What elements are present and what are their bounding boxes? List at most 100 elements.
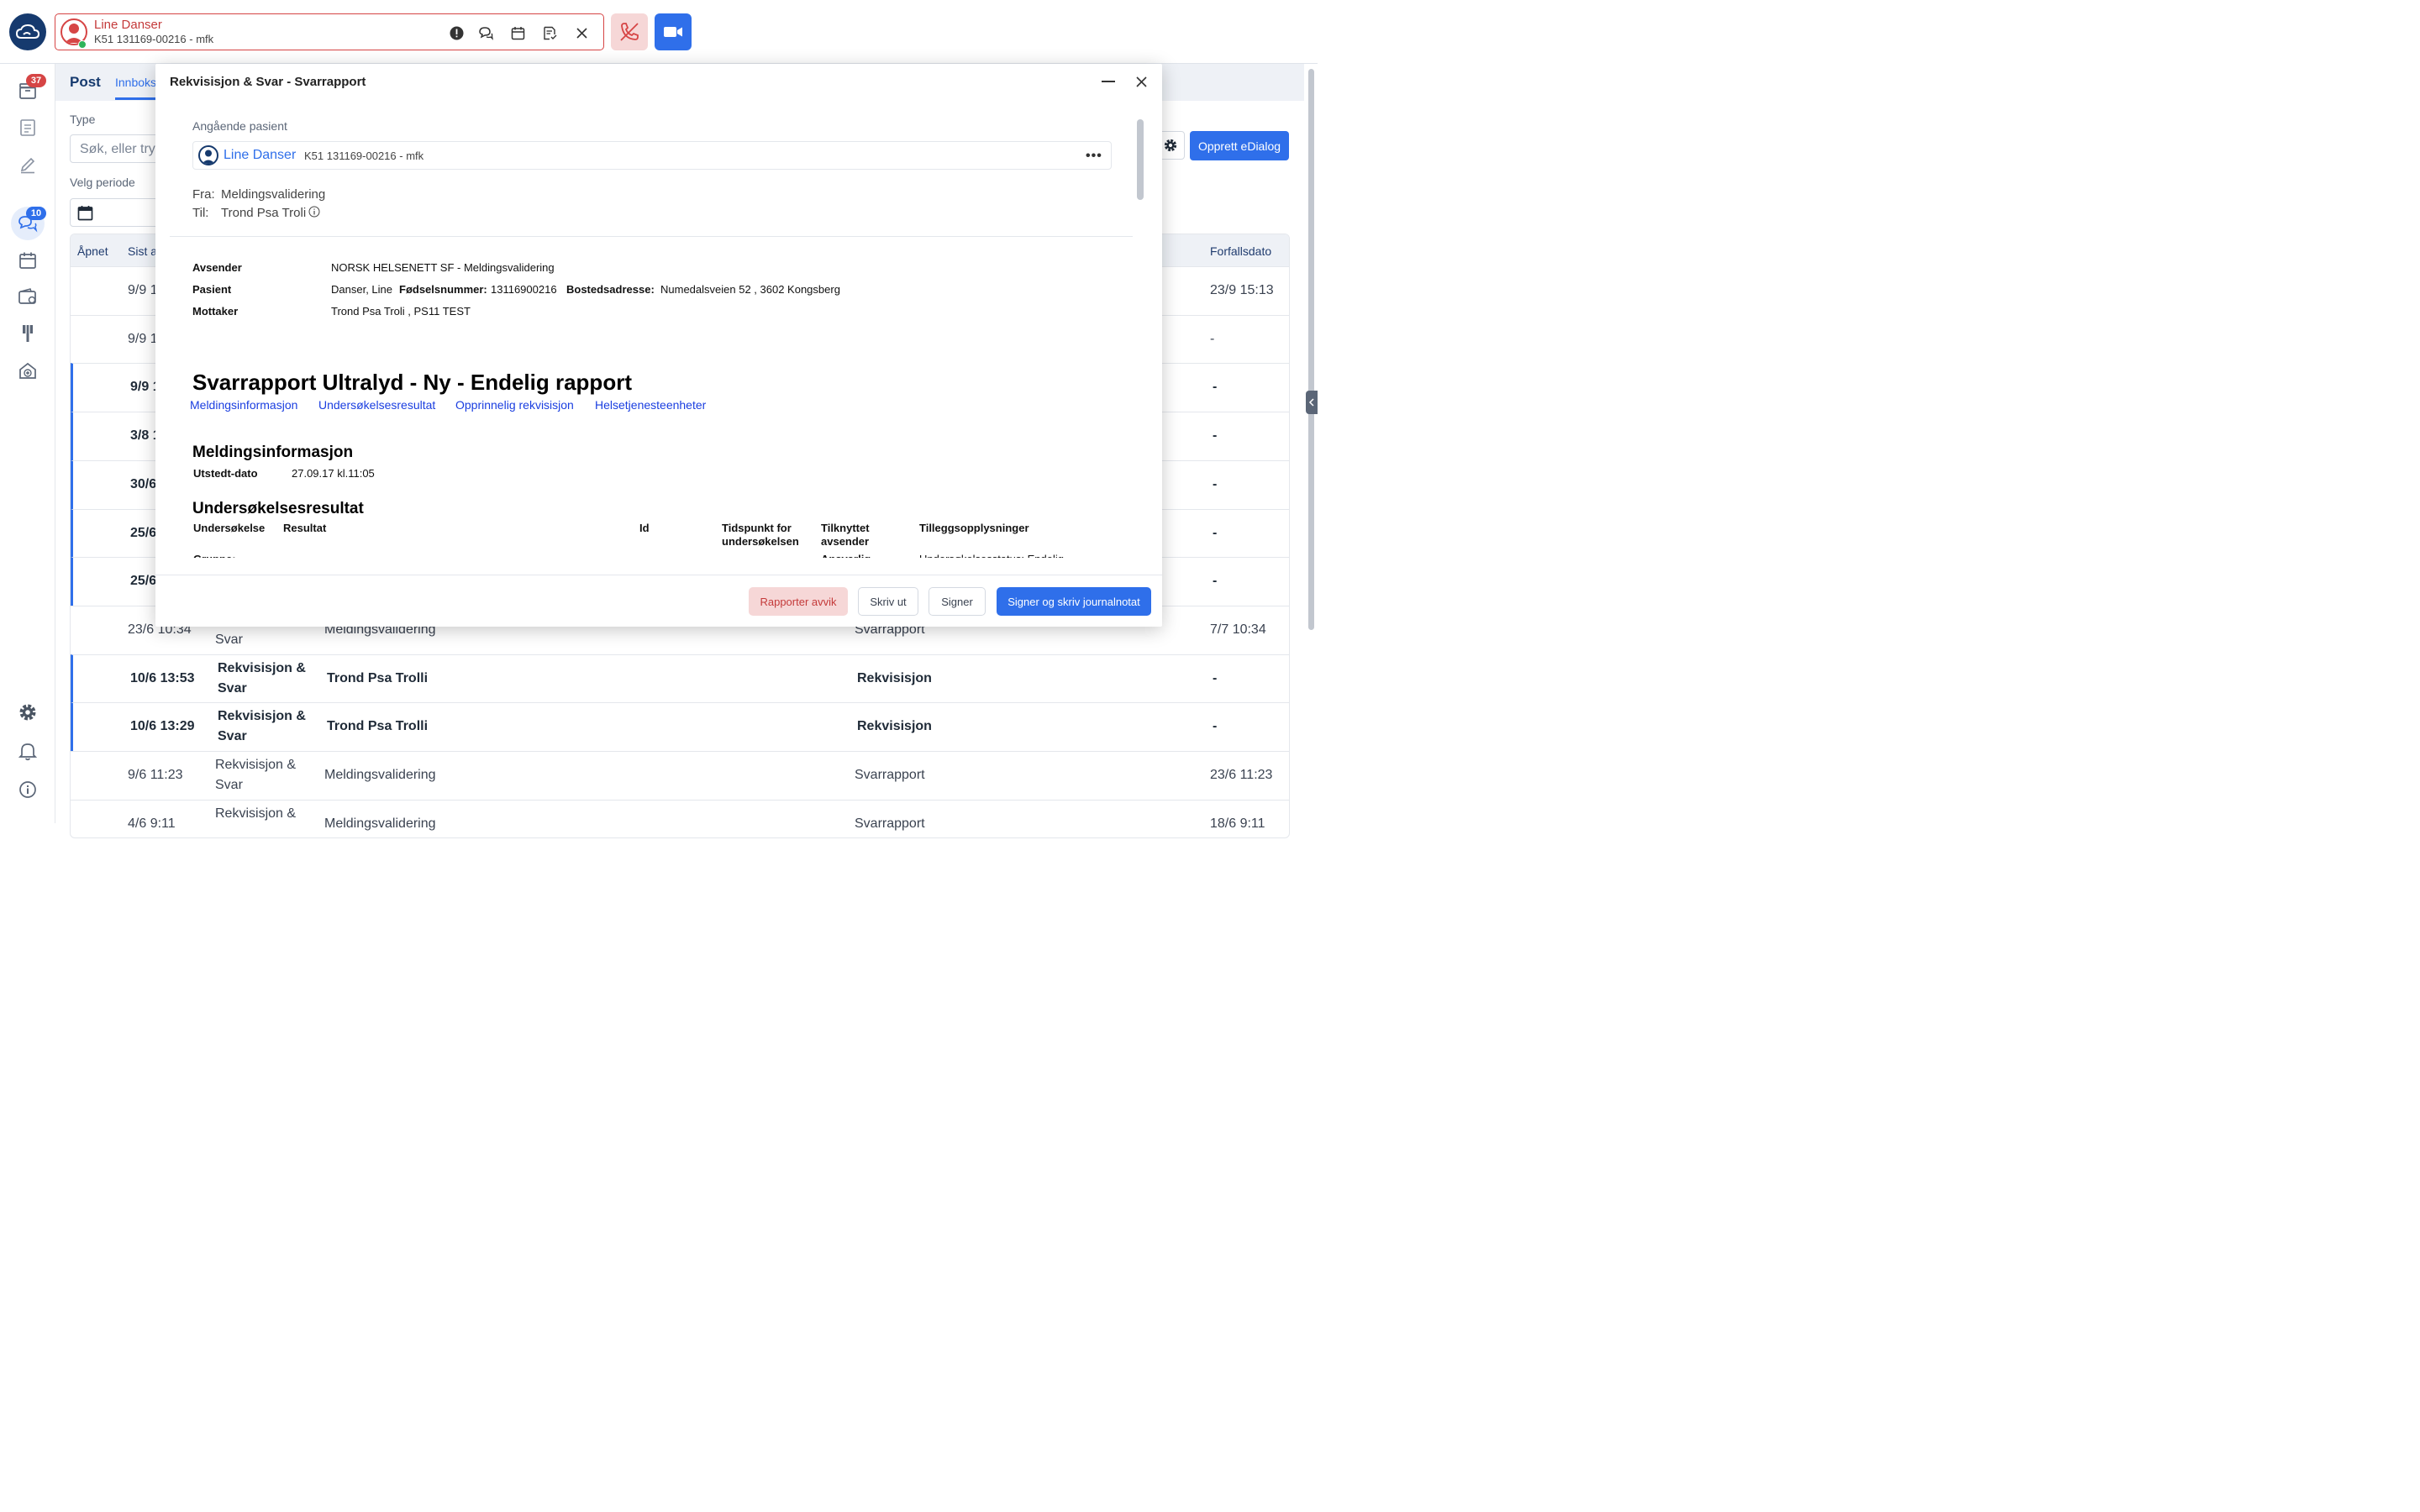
more-options-icon[interactable]: •••	[1086, 149, 1102, 164]
wallet-icon	[18, 288, 36, 304]
link-original-requisition[interactable]: Opprinnelig rekvisisjon	[455, 398, 574, 412]
sidebar-item-calendar[interactable]	[11, 244, 45, 277]
sidebar-item-notifications[interactable]	[11, 734, 45, 768]
ssn-value: 13116900216	[491, 283, 557, 296]
row-sender: Meldingsvalidering	[324, 768, 436, 782]
row-sender: Trond Psa Trolli	[327, 670, 429, 685]
dialog-title: Rekvisisjon & Svar - Svarrapport	[170, 75, 366, 89]
sidebar-item-tools[interactable]	[11, 317, 45, 350]
link-health-units[interactable]: Helsetjenesteenheter	[595, 398, 706, 412]
close-icon[interactable]	[1132, 72, 1150, 91]
minimize-icon[interactable]	[1099, 72, 1118, 91]
document-icon	[20, 119, 35, 136]
patient-value: Danser, Line	[331, 283, 392, 296]
table-row[interactable]: 10/6 13:29 Rekvisisjon & Svar Trond Psa Tr…	[71, 702, 1289, 752]
table-row[interactable]: 10/6 13:53 Rekvisisjon & Svar Trond Psa Tr…	[71, 654, 1289, 703]
video-camera-icon	[664, 27, 682, 37]
result-header-sender: Tilknyttet avsender	[821, 522, 870, 548]
row-sender: Trond Psa Trolli	[327, 719, 429, 734]
sidebar-item-info[interactable]	[11, 773, 45, 806]
side-drawer-toggle[interactable]	[1306, 391, 1318, 414]
column-header-due-date[interactable]: Forfallsdato	[1210, 244, 1271, 258]
row-date: 4/6 9:11	[128, 816, 176, 831]
row-due-date: -	[1213, 719, 1218, 734]
tab-post[interactable]: Post	[70, 74, 101, 91]
period-label: Velg periode	[70, 176, 135, 189]
sidebar-item-wallet[interactable]	[11, 280, 45, 313]
info-icon[interactable]	[308, 206, 320, 222]
row-due-date: -	[1213, 574, 1218, 589]
hang-up-button[interactable]	[611, 13, 648, 50]
link-examination-result[interactable]: Undersøkelsesresultat	[318, 398, 435, 412]
tab-innboks[interactable]: Innboks	[115, 76, 157, 100]
row-due-date: -	[1213, 428, 1218, 444]
row-type: Rekvisisjon & Svar	[218, 660, 306, 696]
patient-label: Pasient	[192, 283, 232, 296]
sidebar-item-settings[interactable]	[11, 696, 45, 729]
sign-and-write-note-button[interactable]: Signer og skriv journalnotat	[997, 587, 1151, 616]
gear-icon	[19, 704, 36, 721]
bell-icon	[18, 743, 37, 761]
sidebar-item-health-unit[interactable]	[11, 354, 45, 387]
row-date: 30/6	[130, 476, 157, 491]
type-label: Type	[70, 113, 96, 126]
report-deviation-button[interactable]: Rapporter avvik	[749, 587, 848, 616]
create-edialog-button[interactable]: Opprett eDialog	[1190, 131, 1289, 160]
sender-label: Avsender	[192, 261, 242, 274]
video-call-button[interactable]	[655, 13, 692, 50]
row-due-date: -	[1210, 331, 1215, 346]
to-label: Til:	[192, 206, 209, 220]
result-header-time: Tidspunkt for undersøkelsen	[722, 522, 799, 548]
app-logo[interactable]	[9, 13, 46, 50]
row-date: 9/6 11:23	[128, 768, 183, 782]
chat-icon[interactable]	[477, 24, 494, 41]
report-dialog: Rekvisisjon & Svar - Svarrapport Angåend…	[155, 64, 1162, 627]
table-row[interactable]: 4/6 9:11 Rekvisisjon & Meldingsvalidering S…	[71, 799, 1289, 837]
sidebar-item-documents[interactable]	[11, 111, 45, 144]
row-type: Svar	[215, 632, 243, 647]
row-due-date: 23/9 15:13	[1210, 283, 1274, 297]
active-patient-card[interactable]: Line Danser K51 131169-00216 - mfk	[55, 13, 604, 50]
result-header-additional: Tilleggsopplysninger	[919, 522, 1029, 534]
patient-id: K51 131169-00216 - mfk	[94, 33, 214, 45]
alert-icon[interactable]	[448, 24, 465, 41]
close-icon[interactable]	[573, 24, 590, 41]
row-kind: Rekvisisjon	[857, 670, 932, 685]
clinic-icon	[19, 362, 36, 379]
sidebar-item-edit[interactable]	[11, 148, 45, 181]
address-label: Bostedsadresse:	[566, 283, 655, 296]
pencil-icon	[20, 157, 35, 174]
result-header-id: Id	[639, 522, 650, 534]
row-type: Rekvisisjon & Svar	[218, 709, 306, 744]
calendar-icon	[77, 206, 93, 221]
patient-id: K51 131169-00216 - mfk	[304, 150, 424, 162]
link-message-info[interactable]: Meldingsinformasjon	[190, 398, 297, 412]
cloud-icon	[15, 24, 40, 39]
calendar-icon	[19, 252, 36, 269]
from-value: Meldingsvalidering	[221, 187, 326, 202]
gear-icon	[1164, 139, 1177, 152]
row-date: 25/6	[130, 525, 157, 540]
body-fade	[155, 558, 1130, 559]
table-row[interactable]: 9/6 11:23 Rekvisisjon & Svar Meldingsvalid…	[71, 751, 1289, 800]
patient-name-link[interactable]: Line Danser	[224, 148, 296, 163]
row-date: 10/6 13:29	[130, 719, 195, 734]
row-due-date: -	[1213, 525, 1218, 540]
issued-date-value: 27.09.17 kl.11:05	[292, 467, 375, 480]
regarding-patient-card: Line Danser K51 131169-00216 - mfk •••	[192, 141, 1112, 170]
sender-value: NORSK HELSENETT SF - Meldingsvalidering	[331, 261, 555, 274]
row-date: 10/6 13:53	[130, 670, 195, 685]
report-title: Svarrapport Ultralyd - Ny - Endelig rapp…	[192, 370, 632, 395]
column-header-opened[interactable]: Åpnet	[77, 244, 108, 258]
sign-button[interactable]: Signer	[929, 587, 986, 616]
sidebar: 37 10	[0, 64, 55, 823]
calendar-icon[interactable]	[509, 24, 526, 41]
dialog-scrollbar-thumb[interactable]	[1137, 119, 1144, 200]
row-kind: Svarrapport	[855, 816, 925, 831]
inbox-badge: 37	[26, 74, 46, 87]
print-button[interactable]: Skriv ut	[858, 587, 918, 616]
document-icon[interactable]	[541, 24, 558, 41]
column-header-last[interactable]: Sist a	[128, 244, 157, 258]
page-scrollbar-thumb[interactable]	[1308, 69, 1314, 630]
row-date: 25/6	[130, 574, 157, 589]
